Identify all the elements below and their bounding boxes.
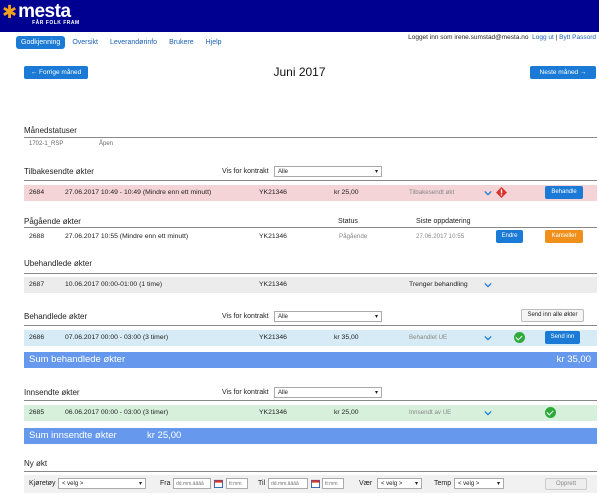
- divider: [24, 137, 597, 138]
- ongoing-updated-header: Siste oppdatering: [416, 218, 471, 225]
- divider: [24, 273, 597, 274]
- month-statuses-title: Månedstatuser: [24, 126, 77, 135]
- unhandled-session-row[interactable]: 2687 10.06.2017 00:00-01:00 (1 time) YK2…: [24, 277, 597, 293]
- chevron-down-icon[interactable]: [484, 409, 492, 417]
- from-date-input[interactable]: [173, 478, 211, 489]
- handled-sum-value: kr 35,00: [556, 354, 591, 365]
- edit-button[interactable]: Endre: [496, 230, 523, 243]
- new-session-title: Ny økt: [24, 459, 48, 468]
- nav-godkjenning[interactable]: Godkjenning: [16, 36, 66, 49]
- chevron-down-icon[interactable]: [484, 189, 492, 197]
- chevron-down-icon: ▾: [374, 314, 378, 320]
- handled-session-row[interactable]: 2686 07.06.2017 00:00 - 03:00 (3 timer) …: [24, 330, 597, 346]
- vehicle-select[interactable]: < velg > ▾: [58, 478, 146, 489]
- nav-oversikt[interactable]: Oversikt: [67, 36, 103, 49]
- send-in-button[interactable]: Send inn: [545, 331, 580, 344]
- nav-leverandorinfo[interactable]: Leverandørinfo: [105, 36, 162, 49]
- check-circle-icon: [514, 332, 525, 343]
- chevron-down-icon[interactable]: [484, 281, 492, 289]
- handled-filter-label: Vis for kontrakt: [222, 313, 269, 320]
- handled-contract-select[interactable]: Alle ▾: [274, 311, 382, 322]
- process-button[interactable]: Behandle: [545, 186, 583, 199]
- submitted-sum-label: Sum innsendte økter: [29, 430, 117, 441]
- to-label: Til: [258, 480, 266, 487]
- vehicle-label: Kjøretøy: [29, 480, 56, 487]
- divider: [24, 471, 597, 472]
- top-header: ✱ mesta FÅR FOLK FRAM: [0, 0, 599, 32]
- brand-tagline: FÅR FOLK FRAM: [32, 20, 80, 26]
- returned-sessions-title: Tilbakesendte økter: [24, 167, 94, 176]
- cancel-button[interactable]: Kanseller: [545, 230, 583, 243]
- returned-filter-label: Vis for kontrakt: [222, 168, 269, 175]
- to-time-input[interactable]: [322, 478, 344, 489]
- mesta-logo[interactable]: ✱ mesta FÅR FOLK FRAM: [2, 1, 80, 26]
- from-label: Fra: [160, 480, 171, 487]
- chevron-down-icon: ▾: [414, 481, 418, 487]
- month-title: Juni 2017: [273, 65, 326, 79]
- returned-contract-select[interactable]: Alle ▾: [274, 166, 382, 177]
- status-code: 1702-1_RSP: [29, 141, 64, 147]
- nav-brukere[interactable]: Brukere: [164, 36, 199, 49]
- create-button[interactable]: Opprett: [545, 478, 587, 490]
- change-password-link[interactable]: Bytt Passord: [559, 34, 596, 41]
- calendar-icon[interactable]: [311, 479, 320, 488]
- star-logo-icon: ✱: [2, 2, 18, 22]
- chevron-down-icon: ▾: [496, 481, 500, 487]
- status-value: Åpen: [99, 141, 114, 147]
- check-circle-icon: [545, 407, 556, 418]
- ongoing-sessions-title: Pågående økter: [24, 217, 81, 226]
- chevron-down-icon[interactable]: [484, 334, 492, 342]
- divider: [24, 180, 597, 181]
- chevron-down-icon: ▾: [374, 390, 378, 396]
- handled-sessions-title: Behandlede økter: [24, 312, 88, 321]
- unhandled-sessions-title: Ubehandlede økter: [24, 259, 93, 268]
- submitted-filter-label: Vis for kontrakt: [222, 389, 269, 396]
- divider: [24, 400, 597, 401]
- handled-sum-bar: Sum behandlede økter kr 35,00: [24, 352, 597, 368]
- divider: [24, 227, 597, 228]
- temp-select[interactable]: < velg > ▾: [454, 478, 504, 489]
- divider: [24, 325, 597, 326]
- submitted-sum-bar: Sum innsendte økter kr 25,00: [24, 428, 597, 444]
- user-info: Logget inn som irene.sumstad@mesta.no Lo…: [408, 34, 596, 41]
- calendar-icon[interactable]: [214, 479, 223, 488]
- to-date-input[interactable]: [268, 478, 308, 489]
- ongoing-status-header: Status: [338, 218, 358, 225]
- weather-label: Vær: [359, 480, 373, 487]
- logout-link[interactable]: Logg ut: [532, 34, 554, 41]
- weather-select[interactable]: < velg > ▾: [377, 478, 422, 489]
- submitted-sessions-title: Innsendte økter: [24, 388, 80, 397]
- chevron-down-icon: ▾: [374, 169, 378, 175]
- submitted-contract-select[interactable]: Alle ▾: [274, 387, 382, 398]
- submitted-session-row[interactable]: 2685 06.06.2017 00:00 - 03:00 (3 timer) …: [24, 405, 597, 421]
- from-time-input[interactable]: [226, 478, 248, 489]
- handled-sum-label: Sum behandlede økter: [29, 354, 126, 365]
- temp-label: Temp: [434, 480, 452, 487]
- logged-in-text: Logget inn som irene.sumstad@mesta.no: [408, 34, 529, 41]
- returned-session-row[interactable]: 2684 27.06.2017 10:49 - 10:49 (Mindre en…: [24, 185, 597, 201]
- next-month-button[interactable]: Neste måned →: [530, 66, 596, 79]
- brand-name: mesta: [18, 1, 71, 22]
- main-nav: Godkjenning Oversikt Leverandørinfo Bruk…: [16, 36, 229, 49]
- send-all-button[interactable]: Send inn alle økter: [521, 309, 584, 322]
- warning-icon: [496, 187, 507, 198]
- nav-hjelp[interactable]: Hjelp: [201, 36, 227, 49]
- submitted-sum-value: kr 25,00: [147, 430, 182, 441]
- chevron-down-icon: ▾: [138, 481, 142, 487]
